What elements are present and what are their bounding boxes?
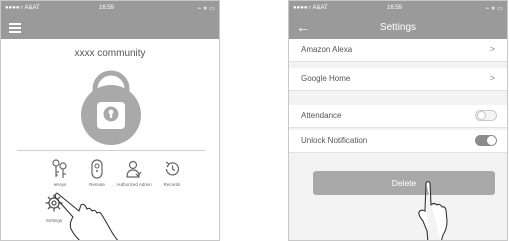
row-attendance: Attendance <box>289 105 507 128</box>
community-name: xxxx community <box>74 48 146 59</box>
lock-button[interactable] <box>77 65 145 150</box>
authorized-admin-icon <box>126 160 142 178</box>
remote-button[interactable]: Remote <box>76 158 118 188</box>
status-time: 16:59 <box>99 5 115 11</box>
row-google-home[interactable]: Google Home > <box>289 68 507 91</box>
chevron-right-icon: > <box>489 73 495 83</box>
status-icons: ⌁ ∗ ▭ <box>485 6 503 12</box>
chevron-right-icon: > <box>489 44 495 54</box>
records-icon <box>165 161 180 176</box>
status-bar: ●●●●○ A&AT 16:59 ⌁ ∗ ▭ <box>289 1 507 17</box>
row-label: Unlock Notification <box>301 136 368 145</box>
home-screen: ●●●●○ A&AT 16:59 ⌁ ∗ ▭ xxxx community eK… <box>0 0 220 241</box>
remote-icon <box>91 159 103 179</box>
divider <box>17 150 205 151</box>
nav-bar <box>1 17 219 39</box>
ekeys-button[interactable]: eKeys <box>39 158 81 188</box>
records-label: Records <box>163 182 181 187</box>
carrier-signal: ●●●●○ A&AT <box>293 5 328 11</box>
pointing-hand-icon <box>418 180 448 240</box>
pointing-hand-icon <box>54 192 119 240</box>
row-unlock-notification: Unlock Notification <box>289 130 507 153</box>
delete-button[interactable]: Delete <box>313 171 495 195</box>
row-label: Google Home <box>301 74 351 83</box>
row-label: Attendance <box>301 111 342 120</box>
nav-bar: ← Settings <box>289 17 507 39</box>
status-icons: ⌁ ∗ ▭ <box>197 6 215 12</box>
carrier-signal: ●●●●○ A&AT <box>5 5 40 11</box>
authorized-admin-button[interactable]: Authorized Admin <box>113 158 155 188</box>
settings-screen: ●●●●○ A&AT 16:59 ⌁ ∗ ▭ ← Settings Amazon… <box>288 0 508 241</box>
attendance-toggle[interactable] <box>475 110 497 121</box>
menu-icon[interactable] <box>9 23 21 33</box>
row-amazon-alexa[interactable]: Amazon Alexa > <box>289 39 507 62</box>
section-gap <box>289 91 507 103</box>
page-title: Settings <box>379 22 417 33</box>
status-bar: ●●●●○ A&AT 16:59 ⌁ ∗ ▭ <box>1 1 219 17</box>
status-time: 16:59 <box>387 5 403 11</box>
row-label: Amazon Alexa <box>301 45 353 54</box>
padlock-icon <box>81 70 141 145</box>
ekeys-icon <box>52 159 67 178</box>
records-button[interactable]: Records <box>151 158 193 188</box>
unlock-notification-toggle[interactable] <box>475 135 497 146</box>
